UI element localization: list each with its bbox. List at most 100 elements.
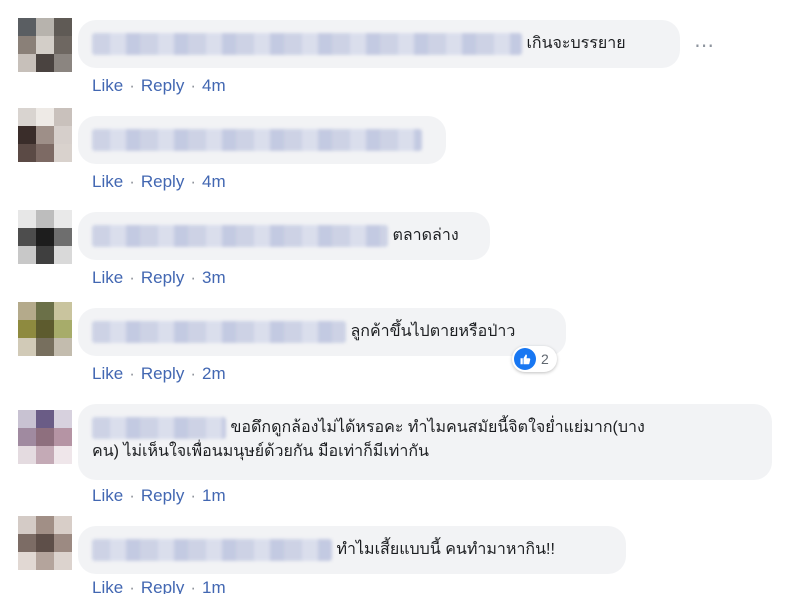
avatar-pixel — [54, 428, 72, 446]
comment-text: ทำไมเสี้ยแบบนี้ คนทำมาหากิน!! — [336, 541, 555, 558]
avatar-pixel — [54, 320, 72, 338]
comment-text-line2: คน) ไม่เห็นใจเพื่อนมนุษย์ด้วยกัน มือเท่า… — [92, 443, 429, 461]
comment-bubble: ตลาดล่าง — [78, 212, 490, 260]
avatar[interactable] — [18, 18, 72, 72]
redacted-text — [92, 128, 422, 151]
avatar-pixel — [36, 144, 54, 162]
avatar-pixel — [36, 246, 54, 264]
avatar-pixel — [18, 534, 36, 552]
timestamp[interactable]: 4m — [202, 76, 226, 95]
avatar-pixel — [18, 410, 36, 428]
avatar-pixel — [36, 36, 54, 54]
reply-link[interactable]: Reply — [141, 172, 184, 191]
avatar-pixel — [18, 36, 36, 54]
avatar-pixel — [18, 144, 36, 162]
avatar-pixel — [18, 126, 36, 144]
avatar-pixel — [54, 534, 72, 552]
avatar[interactable] — [18, 108, 72, 162]
avatar-pixel — [54, 410, 72, 428]
comment-bubble: ทำไมเสี้ยแบบนี้ คนทำมาหากิน!! — [78, 526, 626, 574]
reaction-count: 2 — [541, 351, 549, 367]
comment-text: ลูกค้าขึ้นไปตายหรือป่าว — [350, 323, 516, 340]
thumbs-up-icon — [514, 348, 536, 370]
avatar-pixel — [54, 36, 72, 54]
avatar-pixel — [54, 446, 72, 464]
avatar-pixel — [54, 126, 72, 144]
avatar-pixel — [54, 54, 72, 72]
timestamp[interactable]: 1m — [202, 486, 226, 505]
avatar-pixel — [54, 108, 72, 126]
like-link[interactable]: Like — [92, 486, 123, 505]
redacted-name — [92, 225, 388, 247]
avatar-pixel — [54, 246, 72, 264]
avatar-pixel — [54, 18, 72, 36]
avatar[interactable] — [18, 516, 72, 570]
reply-link[interactable]: Reply — [141, 268, 184, 287]
comment-text: เกินจะบรรยาย — [526, 35, 626, 52]
reply-link[interactable]: Reply — [141, 76, 184, 95]
avatar-pixel — [18, 18, 36, 36]
avatar-pixel — [36, 446, 54, 464]
like-link[interactable]: Like — [92, 76, 123, 95]
comment-bubble — [78, 116, 446, 164]
avatar[interactable] — [18, 210, 72, 264]
reaction-badge[interactable]: 2 — [512, 346, 557, 372]
avatar-pixel — [36, 126, 54, 144]
timestamp[interactable]: 3m — [202, 268, 226, 287]
comment-text: ตลาดล่าง — [392, 227, 459, 244]
comment-actions: Like · Reply · 1m — [92, 486, 226, 505]
avatar-pixel — [36, 210, 54, 228]
comment-bubble: ขอดึกดูกล้องไม่ได้หรอคะ ทำไมคนสมัยนี้จิต… — [78, 404, 772, 480]
redacted-name — [92, 33, 522, 55]
redacted-name — [92, 539, 332, 561]
comment-bubble: ลูกค้าขึ้นไปตายหรือป่าว — [78, 308, 566, 356]
avatar-pixel — [36, 302, 54, 320]
avatar[interactable] — [18, 302, 72, 356]
avatar-pixel — [54, 552, 72, 570]
reply-link[interactable]: Reply — [141, 364, 184, 383]
like-link[interactable]: Like — [92, 172, 123, 191]
more-options-icon[interactable]: ⋯ — [694, 36, 715, 56]
avatar-pixel — [18, 338, 36, 356]
like-link[interactable]: Like — [92, 364, 123, 383]
avatar-pixel — [18, 210, 36, 228]
avatar-pixel — [18, 108, 36, 126]
timestamp[interactable]: 1m — [202, 578, 226, 594]
reply-link[interactable]: Reply — [141, 486, 184, 505]
redacted-name — [92, 417, 226, 439]
like-link[interactable]: Like — [92, 578, 123, 594]
avatar-pixel — [18, 552, 36, 570]
avatar-pixel — [54, 210, 72, 228]
avatar-pixel — [18, 302, 36, 320]
avatar-pixel — [54, 144, 72, 162]
like-link[interactable]: Like — [92, 268, 123, 287]
reply-link[interactable]: Reply — [141, 578, 184, 594]
avatar-pixel — [18, 446, 36, 464]
avatar-pixel — [18, 516, 36, 534]
avatar-pixel — [18, 428, 36, 446]
avatar-pixel — [18, 320, 36, 338]
avatar-pixel — [36, 54, 54, 72]
avatar-pixel — [54, 228, 72, 246]
avatar-pixel — [18, 228, 36, 246]
avatar-pixel — [36, 108, 54, 126]
avatar-pixel — [36, 534, 54, 552]
avatar-pixel — [36, 228, 54, 246]
comment-actions: Like · Reply · 4m — [92, 76, 226, 95]
avatar-pixel — [36, 516, 54, 534]
avatar-pixel — [54, 338, 72, 356]
comment-actions: Like · Reply · 2m — [92, 364, 226, 383]
timestamp[interactable]: 2m — [202, 364, 226, 383]
timestamp[interactable]: 4m — [202, 172, 226, 191]
avatar-pixel — [54, 302, 72, 320]
avatar-pixel — [36, 428, 54, 446]
avatar-pixel — [54, 516, 72, 534]
avatar-pixel — [36, 552, 54, 570]
avatar-pixel — [18, 54, 36, 72]
avatar-pixel — [36, 338, 54, 356]
comment-bubble: เกินจะบรรยาย — [78, 20, 680, 68]
comment-actions: Like · Reply · 1m — [92, 576, 226, 594]
redacted-name — [92, 321, 346, 343]
avatar-pixel — [18, 246, 36, 264]
avatar[interactable] — [18, 410, 72, 464]
